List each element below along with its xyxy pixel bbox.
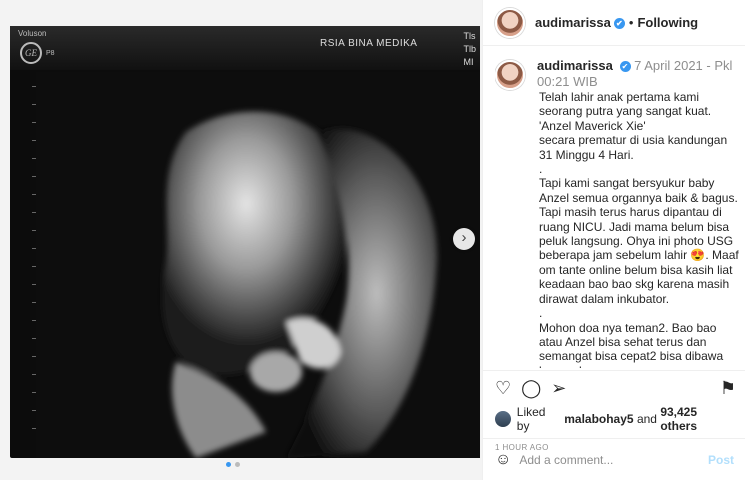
- likes-prefix: Liked by: [516, 405, 546, 433]
- carousel-dot-active: [226, 462, 231, 467]
- device-name: Voluson: [18, 29, 47, 38]
- caption-username[interactable]: audimarissa: [537, 58, 613, 73]
- ultrasound-header: Voluson GE P8 RSIA BINA MEDIKA Tls Tlb M…: [10, 26, 480, 70]
- ultrasound-photo: Voluson GE P8 RSIA BINA MEDIKA Tls Tlb M…: [10, 26, 480, 458]
- likes-count[interactable]: 93,425 others: [660, 405, 736, 433]
- post-header: audimarissa ✔ • Following: [483, 0, 745, 46]
- carousel-indicator: [226, 462, 240, 467]
- next-slide-button[interactable]: ›: [453, 228, 475, 250]
- caption-text: Telah lahir anak pertama kami seorang pu…: [539, 90, 739, 368]
- tis-readout: Tls Tlb MI: [463, 30, 476, 69]
- liker-username[interactable]: malabohay5: [564, 412, 633, 426]
- caption-header: audimarissa ✔ 7 April 2021 - Pkl 00:21 W…: [495, 58, 740, 90]
- liker-avatar: [495, 411, 511, 427]
- post-photo-pane: Voluson GE P8 RSIA BINA MEDIKA Tls Tlb M…: [0, 0, 482, 480]
- caption-scroll-area[interactable]: audimarissa ✔ 7 April 2021 - Pkl 00:21 W…: [495, 58, 740, 368]
- device-model: P8: [46, 50, 55, 57]
- emoji-icon[interactable]: ☺: [495, 451, 511, 469]
- caption-title-line: audimarissa ✔ 7 April 2021 - Pkl 00:21 W…: [537, 58, 740, 90]
- separator: •: [628, 15, 634, 30]
- ge-logo: GE: [20, 42, 42, 64]
- bookmark-icon[interactable]: ⚑: [720, 379, 736, 397]
- comment-input[interactable]: [519, 452, 708, 467]
- tis-line: Tls: [463, 31, 476, 41]
- post-sidebar: audimarissa ✔ • Following audimarissa ✔ 7…: [482, 0, 745, 480]
- comment-icon[interactable]: ◯: [521, 379, 541, 397]
- username-link[interactable]: audimarissa ✔: [535, 15, 625, 30]
- likes-summary[interactable]: Liked by malabohay5 and 93,425 others: [495, 405, 736, 433]
- comment-bar: ☺ Post: [483, 438, 745, 480]
- 3d-ultrasound-image: [36, 72, 480, 458]
- heart-icon[interactable]: ♡: [495, 379, 511, 397]
- verified-icon: ✔: [619, 61, 631, 72]
- caption-avatar[interactable]: [495, 60, 525, 90]
- tis-line: Tlb: [463, 44, 476, 54]
- carousel-dot: [235, 462, 240, 467]
- clinic-name: RSIA BINA MEDIKA: [320, 38, 418, 49]
- action-row: ♡ ◯ ➢ ⚑: [495, 377, 736, 399]
- username-text[interactable]: audimarissa: [535, 15, 611, 30]
- post-button[interactable]: Post: [708, 453, 734, 467]
- verified-icon: ✔: [613, 18, 625, 29]
- following-button[interactable]: Following: [637, 15, 698, 30]
- share-icon[interactable]: ➢: [551, 379, 566, 397]
- avatar[interactable]: [495, 7, 525, 38]
- tis-line: MI: [463, 57, 474, 67]
- likes-conj: and: [636, 412, 657, 426]
